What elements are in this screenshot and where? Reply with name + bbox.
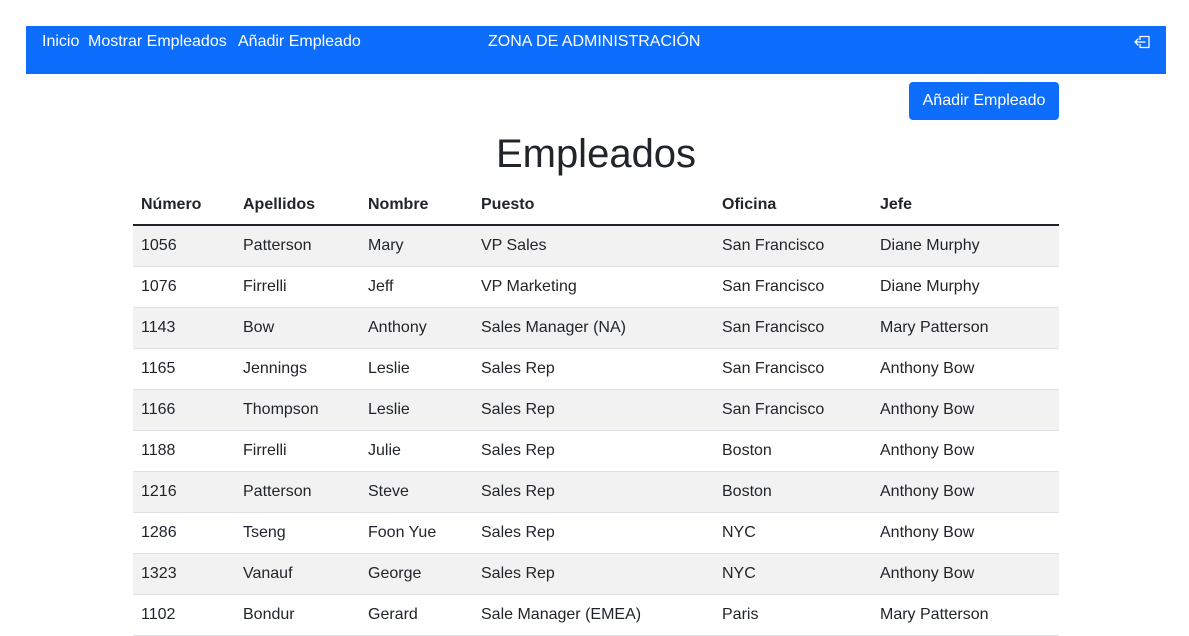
cell-numero: 1286 <box>133 512 235 554</box>
employees-table: Número Apellidos Nombre Puesto Oficina J… <box>133 185 1059 636</box>
cell-numero: 1165 <box>133 348 235 390</box>
admin-zone-title: ZONA DE ADMINISTRACIÓN <box>488 33 701 50</box>
header-puesto: Puesto <box>473 185 714 226</box>
cell-jefe: Anthony Bow <box>872 430 1059 472</box>
cell-apellidos: Bondur <box>235 594 360 636</box>
cell-puesto: Sales Rep <box>473 553 714 595</box>
nav-link-anadir-empleado[interactable]: Añadir Empleado <box>238 33 361 51</box>
logout-icon[interactable] <box>1133 34 1151 50</box>
cell-numero: 1166 <box>133 389 235 431</box>
cell-nombre: Gerard <box>360 594 473 636</box>
table-row: 1143 Bow Anthony Sales Manager (NA) San Fran… <box>133 307 1059 349</box>
table-row: 1166 Thompson Leslie Sales Rep San Francisco… <box>133 389 1059 431</box>
cell-jefe: Diane Murphy <box>872 225 1059 267</box>
cell-numero: 1143 <box>133 307 235 349</box>
table-row: 1056 Patterson Mary VP Sales San Francisco Di… <box>133 225 1059 267</box>
cell-puesto: Sales Rep <box>473 389 714 431</box>
cell-apellidos: Vanauf <box>235 553 360 595</box>
cell-jefe: Anthony Bow <box>872 512 1059 554</box>
cell-oficina: San Francisco <box>714 225 872 267</box>
table-row: 1286 Tseng Foon Yue Sales Rep NYC Anthony Bow <box>133 512 1059 554</box>
nav-link-mostrar-empleados[interactable]: Mostrar Empleados <box>88 33 227 51</box>
cell-nombre: Steve <box>360 471 473 513</box>
cell-apellidos: Firrelli <box>235 266 360 308</box>
header-oficina: Oficina <box>714 185 872 226</box>
cell-puesto: Sales Manager (NA) <box>473 307 714 349</box>
cell-puesto: Sales Rep <box>473 430 714 472</box>
cell-jefe: Diane Murphy <box>872 266 1059 308</box>
cell-apellidos: Tseng <box>235 512 360 554</box>
cell-oficina: Boston <box>714 471 872 513</box>
header-apellidos: Apellidos <box>235 185 360 226</box>
table-body: 1056 Patterson Mary VP Sales San Francisco Di… <box>133 225 1059 636</box>
cell-jefe: Anthony Bow <box>872 348 1059 390</box>
top-navbar: Inicio Mostrar Empleados Añadir Empleado… <box>26 26 1166 74</box>
table-row: 1323 Vanauf George Sales Rep NYC Anthony Bow <box>133 553 1059 595</box>
cell-nombre: Jeff <box>360 266 473 308</box>
cell-oficina: San Francisco <box>714 307 872 349</box>
cell-apellidos: Firrelli <box>235 430 360 472</box>
header-nombre: Nombre <box>360 185 473 226</box>
cell-apellidos: Jennings <box>235 348 360 390</box>
cell-jefe: Mary Patterson <box>872 594 1059 636</box>
cell-puesto: VP Sales <box>473 225 714 267</box>
cell-nombre: Julie <box>360 430 473 472</box>
table-row: 1165 Jennings Leslie Sales Rep San Francisco… <box>133 348 1059 390</box>
cell-nombre: George <box>360 553 473 595</box>
cell-numero: 1323 <box>133 553 235 595</box>
cell-apellidos: Thompson <box>235 389 360 431</box>
cell-oficina: San Francisco <box>714 266 872 308</box>
table-row: 1188 Firrelli Julie Sales Rep Boston Anthony … <box>133 430 1059 472</box>
cell-jefe: Anthony Bow <box>872 471 1059 513</box>
cell-jefe: Anthony Bow <box>872 389 1059 431</box>
cell-oficina: Boston <box>714 430 872 472</box>
table-row: 1216 Patterson Steve Sales Rep Boston Anthony… <box>133 471 1059 513</box>
cell-nombre: Leslie <box>360 348 473 390</box>
cell-numero: 1216 <box>133 471 235 513</box>
table-header-row: Número Apellidos Nombre Puesto Oficina J… <box>133 185 1059 226</box>
cell-puesto: VP Marketing <box>473 266 714 308</box>
cell-oficina: San Francisco <box>714 348 872 390</box>
cell-numero: 1056 <box>133 225 235 267</box>
cell-nombre: Anthony <box>360 307 473 349</box>
table-row: 1102 Bondur Gerard Sale Manager (EMEA) Paris… <box>133 594 1059 636</box>
cell-numero: 1188 <box>133 430 235 472</box>
cell-oficina: NYC <box>714 512 872 554</box>
header-jefe: Jefe <box>872 185 1059 226</box>
cell-puesto: Sales Rep <box>473 471 714 513</box>
page-title: Empleados <box>495 132 697 176</box>
cell-apellidos: Patterson <box>235 471 360 513</box>
table-row: 1076 Firrelli Jeff VP Marketing San Francisc… <box>133 266 1059 308</box>
cell-jefe: Mary Patterson <box>872 307 1059 349</box>
cell-jefe: Anthony Bow <box>872 553 1059 595</box>
cell-nombre: Mary <box>360 225 473 267</box>
cell-numero: 1076 <box>133 266 235 308</box>
header-numero: Número <box>133 185 235 226</box>
cell-apellidos: Patterson <box>235 225 360 267</box>
cell-nombre: Foon Yue <box>360 512 473 554</box>
add-employee-button[interactable]: Añadir Empleado <box>909 82 1059 120</box>
nav-link-inicio[interactable]: Inicio <box>42 33 79 51</box>
cell-nombre: Leslie <box>360 389 473 431</box>
cell-oficina: Paris <box>714 594 872 636</box>
cell-puesto: Sale Manager (EMEA) <box>473 594 714 636</box>
cell-oficina: San Francisco <box>714 389 872 431</box>
cell-puesto: Sales Rep <box>473 348 714 390</box>
cell-puesto: Sales Rep <box>473 512 714 554</box>
cell-numero: 1102 <box>133 594 235 636</box>
cell-apellidos: Bow <box>235 307 360 349</box>
cell-oficina: NYC <box>714 553 872 595</box>
